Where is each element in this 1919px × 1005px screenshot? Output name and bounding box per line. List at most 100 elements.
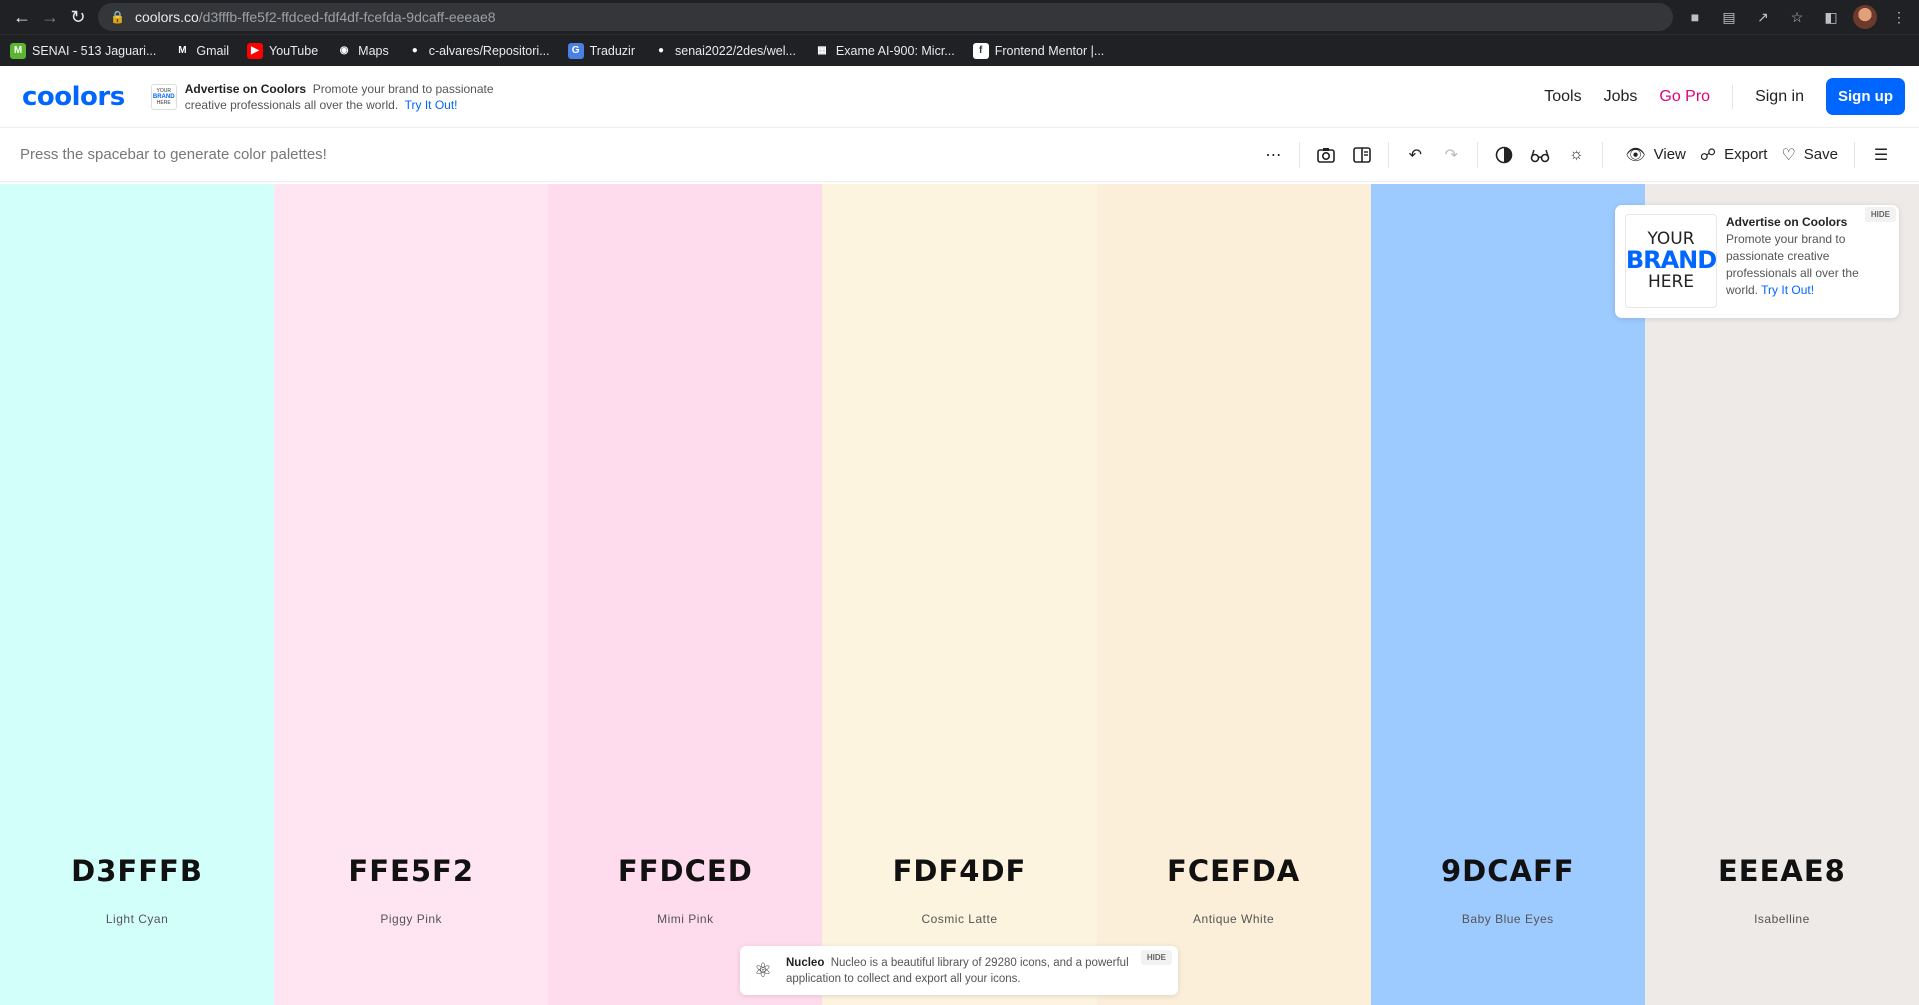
toolbar-hint: Press the spacebar to generate color pal… xyxy=(20,146,327,163)
github-icon: ● xyxy=(653,42,669,59)
hex-code[interactable]: EEEAE8 xyxy=(1645,854,1919,888)
nucleo-ad[interactable]: ⚛ Nucleo Nucleo is a beautiful library o… xyxy=(740,946,1178,995)
toolbar-divider xyxy=(1602,141,1604,168)
bookmark-label: Gmail xyxy=(196,43,230,58)
color-swatch[interactable]: 9DCAFF Baby Blue Eyes xyxy=(1370,184,1645,1005)
side-panel-icon[interactable]: ◧ xyxy=(1819,5,1843,29)
address-bar[interactable]: 🔒 coolors.co/d3fffb-ffe5f2-ffdced-fdf4df… xyxy=(98,3,1673,31)
save-button[interactable]: ♡ Save xyxy=(1781,145,1838,165)
toolbar-divider xyxy=(1299,141,1301,168)
heart-icon: ♡ xyxy=(1781,146,1796,164)
contrast-icon[interactable] xyxy=(1486,137,1522,173)
sign-in-link[interactable]: Sign in xyxy=(1755,88,1804,106)
frontend-mentor-icon: f xyxy=(972,42,989,59)
nucleo-title: Nucleo xyxy=(786,956,825,969)
hex-code[interactable]: FFE5F2 xyxy=(274,854,548,888)
side-view-icon[interactable] xyxy=(1344,137,1380,173)
brand-placeholder-logo: YOUR BRAND HERE xyxy=(1625,214,1717,308)
bookmark-item[interactable]: M Gmail xyxy=(174,42,230,59)
translate-icon: G xyxy=(567,42,584,59)
url-host: coolors.co xyxy=(134,9,199,25)
github-icon: ● xyxy=(406,42,423,59)
nav-tools[interactable]: Tools xyxy=(1544,88,1581,106)
hamburger-menu-icon[interactable]: ☰ xyxy=(1863,137,1899,173)
bookmark-label: Maps xyxy=(358,43,389,58)
brand-placeholder-logo: YOUR BRAND HERE xyxy=(150,83,177,110)
hex-code[interactable]: FFDCED xyxy=(548,854,822,888)
bookmark-label: senai2022/2des/wel... xyxy=(675,43,796,58)
more-options-icon[interactable]: ⋯ xyxy=(1255,137,1291,173)
youtube-icon: ▶ xyxy=(247,42,264,59)
sign-up-button[interactable]: Sign up xyxy=(1826,78,1905,115)
ad-card-title: Advertise on Coolors xyxy=(1726,215,1848,229)
hex-code[interactable]: FDF4DF xyxy=(822,854,1096,888)
color-swatch[interactable]: FDF4DF Cosmic Latte xyxy=(822,184,1097,1005)
color-swatch[interactable]: FFDCED Mimi Pink xyxy=(548,184,823,1005)
glasses-icon[interactable] xyxy=(1522,137,1558,173)
bookmark-item[interactable]: ● senai2022/2des/wel... xyxy=(653,42,796,59)
view-button[interactable]: 👁 View xyxy=(1625,145,1686,165)
coolors-logo[interactable]: coolors xyxy=(22,82,125,112)
header-ad[interactable]: YOUR BRAND HERE Advertise on Coolors Promo… xyxy=(150,81,525,113)
hex-code[interactable]: 9DCAFF xyxy=(1371,854,1645,888)
maps-icon: ◉ xyxy=(336,42,353,59)
hex-code[interactable]: D3FFFB xyxy=(0,854,274,888)
nucleo-body: Nucleo is a beautiful library of 29280 i… xyxy=(786,956,1129,985)
site-header: coolors YOUR BRAND HERE Advertise on Coolo… xyxy=(0,66,1919,128)
lock-icon: 🔒 xyxy=(110,10,125,24)
generator-toolbar: Press the spacebar to generate color pal… xyxy=(0,128,1919,182)
nav-jobs[interactable]: Jobs xyxy=(1604,88,1638,106)
bookmark-item[interactable]: ● c-alvares/Repositori... xyxy=(406,42,550,59)
profile-avatar[interactable] xyxy=(1853,5,1877,29)
bookmark-label: Frontend Mentor |... xyxy=(994,43,1105,58)
color-name: Cosmic Latte xyxy=(921,912,998,926)
header-ad-cta[interactable]: Try It Out! xyxy=(405,98,458,112)
bookmark-item[interactable]: ◉ Maps xyxy=(336,42,389,59)
bookmark-item[interactable]: M SENAI - 513 Jaguari... xyxy=(10,42,157,59)
ad-card[interactable]: YOUR BRAND HERE Advertise on Coolors Pro… xyxy=(1615,205,1899,318)
ad-card-text: Advertise on Coolors Promote your brand … xyxy=(1726,214,1886,309)
color-name: Antique White xyxy=(1193,912,1275,926)
reload-icon[interactable]: ↻ xyxy=(64,3,92,31)
color-swatch[interactable]: D3FFFB Light Cyan xyxy=(0,184,275,1005)
bookmark-label: SENAI - 513 Jaguari... xyxy=(32,43,157,58)
camera-blocked-icon[interactable]: ■ xyxy=(1683,5,1707,29)
hex-code[interactable]: FCEFDA xyxy=(1097,854,1371,888)
star-icon[interactable]: ☆ xyxy=(1785,5,1809,29)
bookmark-label: YouTube xyxy=(269,43,319,58)
nav-go-pro[interactable]: Go Pro xyxy=(1659,88,1710,106)
kebab-menu-icon[interactable]: ⋮ xyxy=(1887,5,1911,29)
redo-icon[interactable]: ↷ xyxy=(1433,137,1469,173)
toolbar-divider xyxy=(1388,141,1390,168)
bookmark-item[interactable]: G Traduzir xyxy=(567,42,635,59)
header-ad-title: Advertise on Coolors xyxy=(184,81,307,96)
color-name: Baby Blue Eyes xyxy=(1461,912,1554,926)
color-name: Light Cyan xyxy=(105,912,169,926)
browser-toolbar: ← → ↻ 🔒 coolors.co/d3fffb-ffe5f2-ffdced-… xyxy=(0,0,1919,34)
ad-card-cta[interactable]: Try It Out! xyxy=(1761,283,1814,297)
share-icon[interactable]: ↗ xyxy=(1751,5,1775,29)
undo-icon[interactable]: ↶ xyxy=(1397,137,1433,173)
nucleo-ad-text: Nucleo Nucleo is a beautiful library of … xyxy=(786,955,1136,987)
header-ad-text: Advertise on Coolors Promote your brand … xyxy=(185,81,525,113)
camera-icon[interactable] xyxy=(1308,137,1344,173)
back-arrow-icon[interactable]: ← xyxy=(8,3,36,31)
hide-ad-button[interactable]: HIDE xyxy=(1864,207,1896,222)
brightness-icon[interactable]: ☼ xyxy=(1558,137,1594,173)
export-button[interactable]: ☍ Export xyxy=(1700,145,1768,165)
bookmark-label: Traduzir xyxy=(589,43,635,58)
atom-icon: ⚛ xyxy=(754,960,772,982)
microsoft-icon: ▦ xyxy=(813,42,830,59)
bookmark-item[interactable]: f Frontend Mentor |... xyxy=(972,42,1105,59)
bookmark-item[interactable]: ▶ YouTube xyxy=(247,42,319,59)
color-swatch[interactable]: FFE5F2 Piggy Pink xyxy=(274,184,549,1005)
toolbar-divider xyxy=(1477,141,1479,168)
forward-arrow-icon[interactable]: → xyxy=(36,3,64,31)
translate-page-icon[interactable]: ▤ xyxy=(1717,5,1741,29)
main-nav: Tools Jobs Go Pro Sign in Sign up xyxy=(1522,78,1905,115)
color-swatch[interactable]: FCEFDA Antique White xyxy=(1096,184,1371,1005)
bookmark-item[interactable]: ▦ Exame AI-900: Micr... xyxy=(813,42,955,59)
hide-nucleo-button[interactable]: HIDE xyxy=(1140,950,1172,965)
color-name: Piggy Pink xyxy=(380,912,443,926)
bookmark-label: Exame AI-900: Micr... xyxy=(835,43,955,58)
